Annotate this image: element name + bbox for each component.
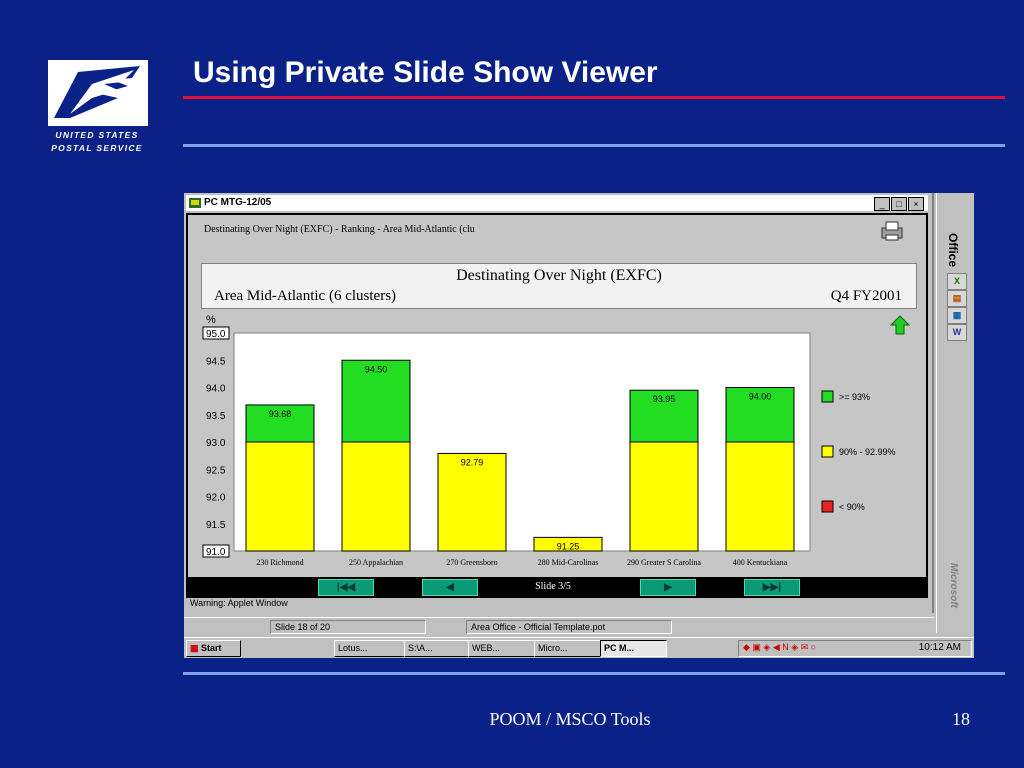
- bar-segment-yellow: [341, 441, 411, 552]
- viewer-window: PC MTG-12/05 _ □ × Destinating Over Nigh…: [184, 193, 934, 613]
- word-icon[interactable]: W: [947, 324, 967, 341]
- slide-counter: Slide 3/5: [535, 581, 571, 592]
- x-tick-label: 230 Richmond: [256, 558, 303, 567]
- bar-segment-yellow: [245, 441, 315, 552]
- report-header-text: Destinating Over Night (EXFC) - Ranking …: [204, 224, 475, 235]
- applet-warning: Warning: Applet Window: [190, 598, 288, 608]
- window-title: PC MTG-12/05: [204, 197, 272, 208]
- powerpoint-icon[interactable]: ▤: [947, 290, 967, 307]
- y-tick-label: 93.5: [206, 411, 226, 422]
- next-slide-button[interactable]: ▶: [640, 579, 696, 596]
- bar-data-label: 92.79: [461, 457, 484, 467]
- minimize-button[interactable]: _: [874, 197, 890, 211]
- powerpoint-status-bar: Slide 18 of 20 Area Office - Official Te…: [184, 617, 934, 635]
- slide-title: Using Private Slide Show Viewer: [193, 56, 658, 89]
- x-tick-label: 250 Appalachian: [349, 558, 403, 567]
- chart-period: Q4 FY2001: [830, 288, 902, 304]
- embedded-screenshot: PC MTG-12/05 _ □ × Destinating Over Nigh…: [184, 193, 974, 658]
- legend-swatch: [821, 445, 834, 458]
- usps-wordmark: UNITED STATES POSTAL SERVICE: [42, 129, 152, 155]
- title-rule-red: [183, 96, 1005, 99]
- legend-swatch: [821, 500, 834, 513]
- footer-rule: [183, 672, 1005, 675]
- chart-header-box: Destinating Over Night (EXFC) Area Mid-A…: [201, 263, 917, 309]
- last-slide-button[interactable]: ▶▶|: [744, 579, 800, 596]
- bar-data-label: 91.25: [557, 541, 580, 551]
- bar-chart: % 95.0 94.5 94.0 93.5 93.0 92.5 92.0 91.5 91.0 93.…: [202, 314, 896, 567]
- title-rule-blue: [183, 144, 1005, 147]
- chart-panel: Destinating Over Night (EXFC) Area Mid-A…: [188, 255, 926, 595]
- taskbar-item-explorer[interactable]: S:\A...: [404, 640, 469, 657]
- microsoft-label: Microsoft: [948, 563, 959, 608]
- system-tray: ◆ ▣ ◈ ◀ N ◈ ✉ ○ 10:12 AM: [738, 640, 972, 657]
- chart-title: Destinating Over Night (EXFC): [456, 267, 662, 284]
- window-title-bar[interactable]: PC MTG-12/05 _ □ ×: [186, 195, 928, 211]
- outlook-icon[interactable]: ▦: [947, 307, 967, 324]
- y-tick-label: 94.0: [206, 384, 226, 395]
- bar-segment-yellow: [629, 441, 699, 552]
- template-status: Area Office - Official Template.pot: [466, 620, 672, 634]
- legend-swatch: [821, 390, 834, 403]
- windows-logo-icon: ▦: [190, 643, 199, 653]
- bar-segment-yellow: [437, 452, 507, 552]
- legend-label: >= 93%: [839, 392, 870, 402]
- office-label: Office: [946, 233, 960, 268]
- applet-area: Destinating Over Night (EXFC) - Ranking …: [186, 213, 928, 598]
- plot-area: [233, 332, 811, 552]
- clock: 10:12 AM: [918, 642, 961, 653]
- logo-line-1: UNITED STATES: [55, 130, 139, 140]
- y-tick-label: 92.5: [206, 465, 226, 476]
- legend-label: 90% - 92.99%: [839, 447, 896, 457]
- maximize-button[interactable]: □: [891, 197, 907, 211]
- y-tick-label: 94.5: [206, 356, 226, 367]
- page-number: 18: [952, 709, 970, 729]
- close-button[interactable]: ×: [908, 197, 924, 211]
- office-shortcut-bar: Office X ▤ ▦ W Microsoft: [936, 193, 973, 633]
- taskbar-item-lotus[interactable]: Lotus...: [334, 640, 405, 657]
- x-tick-label: 290 Greater S Carolina: [627, 558, 701, 567]
- prev-slide-button[interactable]: ◀: [422, 579, 478, 596]
- x-tick-label: 280 Mid-Carolinas: [538, 558, 599, 567]
- x-tick-label: 270 Greensboro: [446, 558, 497, 567]
- y-tick-label: 93.0: [206, 438, 226, 449]
- bar-data-label: 94.50: [365, 364, 388, 374]
- usps-eagle-logo: [48, 60, 148, 126]
- y-tick-label: 92.0: [206, 493, 226, 504]
- bar-segment-yellow: [725, 441, 795, 552]
- bar-data-label: 93.68: [269, 409, 292, 419]
- app-icon: [189, 198, 201, 208]
- first-slide-button[interactable]: |◀◀: [318, 579, 374, 596]
- excel-icon[interactable]: X: [947, 273, 967, 290]
- y-tick-label: 95.0: [206, 329, 226, 340]
- start-button[interactable]: ▦ Start: [186, 640, 241, 657]
- slide-nav-bar: |◀◀ ◀ Slide 3/5 ▶ ▶▶|: [188, 577, 926, 598]
- legend-label: < 90%: [839, 502, 865, 512]
- report-header-bar: Destinating Over Night (EXFC) - Ranking …: [188, 215, 926, 255]
- print-icon[interactable]: [878, 220, 906, 242]
- start-label: Start: [201, 643, 222, 653]
- y-tick-label: 91.0: [206, 547, 226, 558]
- taskbar-item-pc-mtg[interactable]: PC M...: [600, 640, 667, 657]
- bar-data-label: 93.95: [653, 394, 676, 404]
- y-axis-label: %: [206, 314, 216, 326]
- bar-data-label: 94.00: [749, 392, 772, 402]
- chart-subtitle: Area Mid-Atlantic (6 clusters): [214, 288, 397, 304]
- windows-taskbar: ▦ Start Lotus... S:\A... WEB... Micro...…: [184, 637, 974, 658]
- footer-text: POOM / MSCO Tools: [489, 709, 651, 729]
- taskbar-item-web[interactable]: WEB...: [468, 640, 535, 657]
- y-tick-label: 91.5: [206, 520, 226, 531]
- x-tick-label: 400 Kentuckiana: [733, 558, 788, 567]
- slide-count-status: Slide 18 of 20: [270, 620, 426, 634]
- logo-line-2: POSTAL SERVICE: [51, 143, 143, 153]
- taskbar-item-micro[interactable]: Micro...: [534, 640, 601, 657]
- window-controls: _ □ ×: [874, 197, 924, 211]
- tray-icons[interactable]: ◆ ▣ ◈ ◀ N ◈ ✉ ○: [743, 642, 816, 653]
